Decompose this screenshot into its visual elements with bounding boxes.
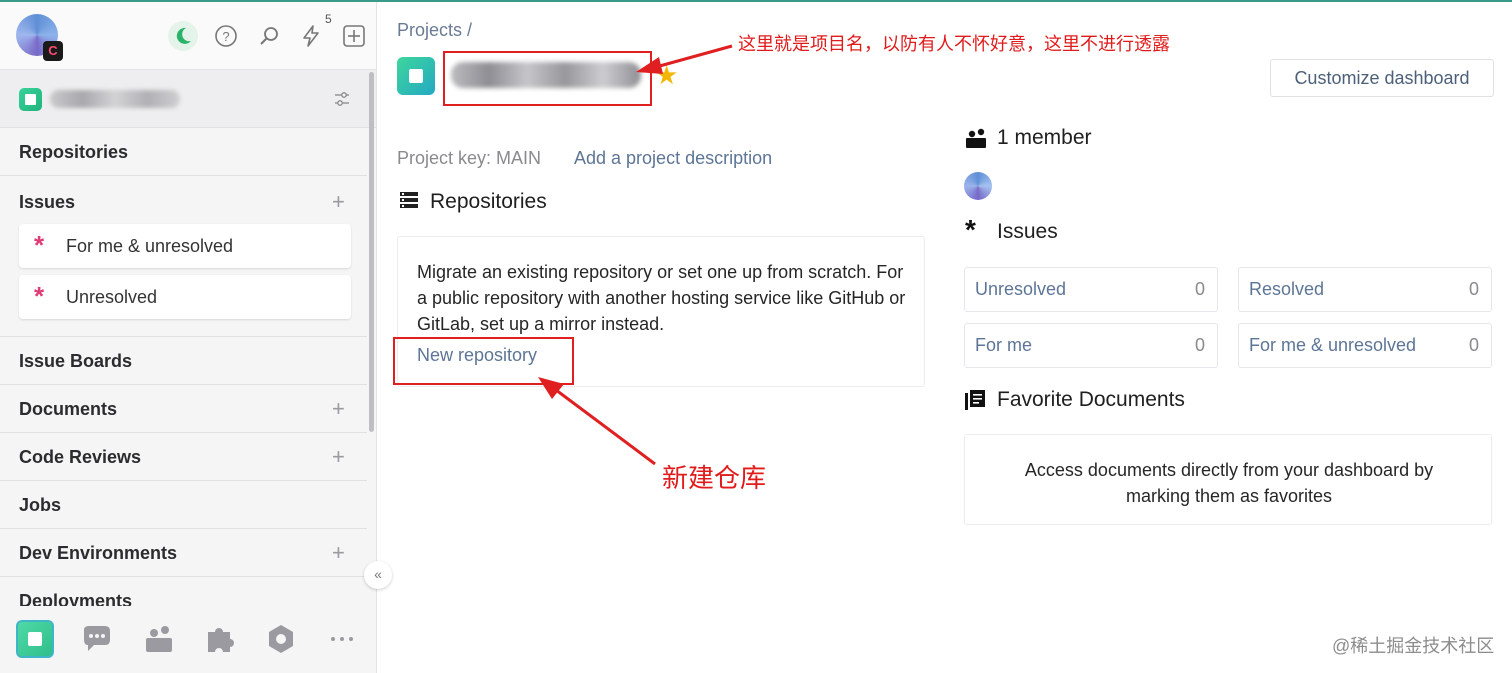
project-key: Project key: MAIN — [397, 148, 542, 168]
issue-stat-label: For me & unresolved — [1249, 335, 1417, 355]
sidebar-item-label: Repositories — [19, 142, 129, 162]
sidebar-item-issue-boards[interactable]: Issue Boards — [0, 337, 367, 385]
sidebar-section-issues: Issues + * For me & unresolved * Unresol… — [0, 178, 367, 337]
issue-stat-count: 0 — [1468, 335, 1479, 355]
project-icon — [19, 88, 42, 111]
sidebar-item-documents[interactable]: Documents + — [0, 385, 367, 433]
annotation-project-name-note: 这里就是项目名，以防有人不怀好意，这里不进行透露 — [738, 34, 1170, 54]
sidebar-top-bar: C ? 5 — [0, 2, 376, 70]
sidebar-bottom-toolbar — [0, 606, 376, 673]
issues-heading: Issues — [997, 220, 1058, 243]
more-icon[interactable] — [323, 620, 361, 658]
sidebar-item-dev-environments[interactable]: Dev Environments + — [0, 529, 367, 577]
issue-stat-for-me-unresolved[interactable]: For me & unresolved 0 — [1238, 323, 1492, 368]
sidebar-filter-label: For me & unresolved — [66, 236, 234, 256]
notifications-bolt-icon[interactable] — [298, 23, 324, 49]
customize-dashboard-button[interactable]: Customize dashboard — [1270, 59, 1494, 97]
sidebar-item-jobs[interactable]: Jobs — [0, 481, 367, 529]
issue-stat-label: For me — [975, 335, 1033, 355]
issue-stat-label: Unresolved — [975, 279, 1067, 299]
search-icon[interactable] — [256, 23, 282, 49]
project-switcher[interactable] — [0, 70, 376, 128]
add-issue-plus-icon[interactable]: + — [332, 191, 345, 213]
favorite-star-icon[interactable]: ★ — [655, 62, 678, 88]
repositories-heading: Repositories — [430, 190, 547, 213]
issue-stat-count: 0 — [1194, 335, 1205, 355]
annotation-box-project-name — [443, 51, 652, 106]
issue-stat-resolved[interactable]: Resolved 0 — [1238, 267, 1492, 312]
sidebar-item-repositories[interactable]: Repositories — [0, 128, 367, 176]
sidebar-item-label: Jobs — [19, 495, 62, 515]
notification-count: 5 — [325, 12, 332, 26]
add-code-review-plus-icon[interactable]: + — [332, 446, 345, 468]
sidebar-item-label: Issue Boards — [19, 351, 133, 371]
sidebar-item-label: Code Reviews — [19, 447, 142, 467]
add-description-link[interactable]: Add a project description — [574, 148, 772, 169]
extensions-icon[interactable] — [200, 620, 238, 658]
sidebar: C ? 5 Repositories Issues + * For me & u… — [0, 2, 377, 673]
sidebar-filter-unresolved[interactable]: * Unresolved — [19, 275, 351, 319]
annotation-new-repo-note: 新建仓库 — [662, 463, 767, 493]
issue-stat-count: 0 — [1194, 279, 1205, 299]
project-icon[interactable] — [16, 620, 54, 658]
issue-asterisk-icon: * — [34, 230, 45, 260]
settings-hexagon-icon[interactable] — [262, 620, 300, 658]
annotation-box-new-repository — [393, 337, 574, 385]
add-dev-environment-plus-icon[interactable]: + — [332, 542, 345, 564]
sidebar-filter-for-me-unresolved[interactable]: * For me & unresolved — [19, 224, 351, 268]
project-settings-sliders-icon[interactable] — [333, 90, 351, 108]
repositories-list-icon — [400, 192, 418, 208]
project-name-blurred — [50, 90, 180, 108]
collapse-sidebar-button[interactable]: « — [364, 561, 392, 589]
sidebar-item-label: Dev Environments — [19, 543, 178, 563]
issue-stat-label: Resolved — [1249, 279, 1325, 299]
sidebar-filter-label: Unresolved — [66, 287, 158, 307]
issue-stat-for-me[interactable]: For me 0 — [964, 323, 1218, 368]
chat-icon[interactable] — [78, 620, 116, 658]
issue-stat-count: 0 — [1468, 279, 1479, 299]
sidebar-scrollbar[interactable] — [369, 72, 374, 432]
favorite-documents-empty-text: Access documents directly from your dash… — [1024, 460, 1434, 506]
issue-stat-unresolved[interactable]: Unresolved 0 — [964, 267, 1218, 312]
user-badge: C — [43, 41, 63, 61]
favorite-documents-icon — [965, 390, 985, 410]
repositories-empty-text: Migrate an existing repository or set on… — [417, 262, 906, 334]
issue-asterisk-icon: * — [34, 281, 45, 311]
favorite-documents-card: Access documents directly from your dash… — [964, 434, 1492, 525]
members-count[interactable]: 1 member — [997, 126, 1092, 150]
help-icon[interactable]: ? — [213, 23, 239, 49]
issues-asterisk-icon: * — [965, 214, 976, 245]
breadcrumb[interactable]: Projects / — [397, 20, 472, 41]
member-avatar[interactable] — [964, 172, 992, 200]
svg-text:?: ? — [222, 29, 229, 44]
sidebar-item-issues[interactable]: Issues — [19, 192, 75, 213]
watermark: @稀土掘金技术社区 — [1332, 636, 1495, 656]
sidebar-item-label: Documents — [19, 399, 118, 419]
project-icon — [397, 57, 435, 95]
app-root: C ? 5 Repositories Issues + * For me & u… — [0, 0, 1512, 673]
sidebar-item-code-reviews[interactable]: Code Reviews + — [0, 433, 367, 481]
favorite-documents-heading: Favorite Documents — [997, 388, 1185, 411]
add-document-plus-icon[interactable]: + — [332, 398, 345, 420]
theme-moon-icon[interactable] — [168, 21, 198, 51]
members-icon — [966, 128, 986, 148]
team-icon[interactable] — [140, 620, 178, 658]
create-new-icon[interactable] — [341, 23, 367, 49]
